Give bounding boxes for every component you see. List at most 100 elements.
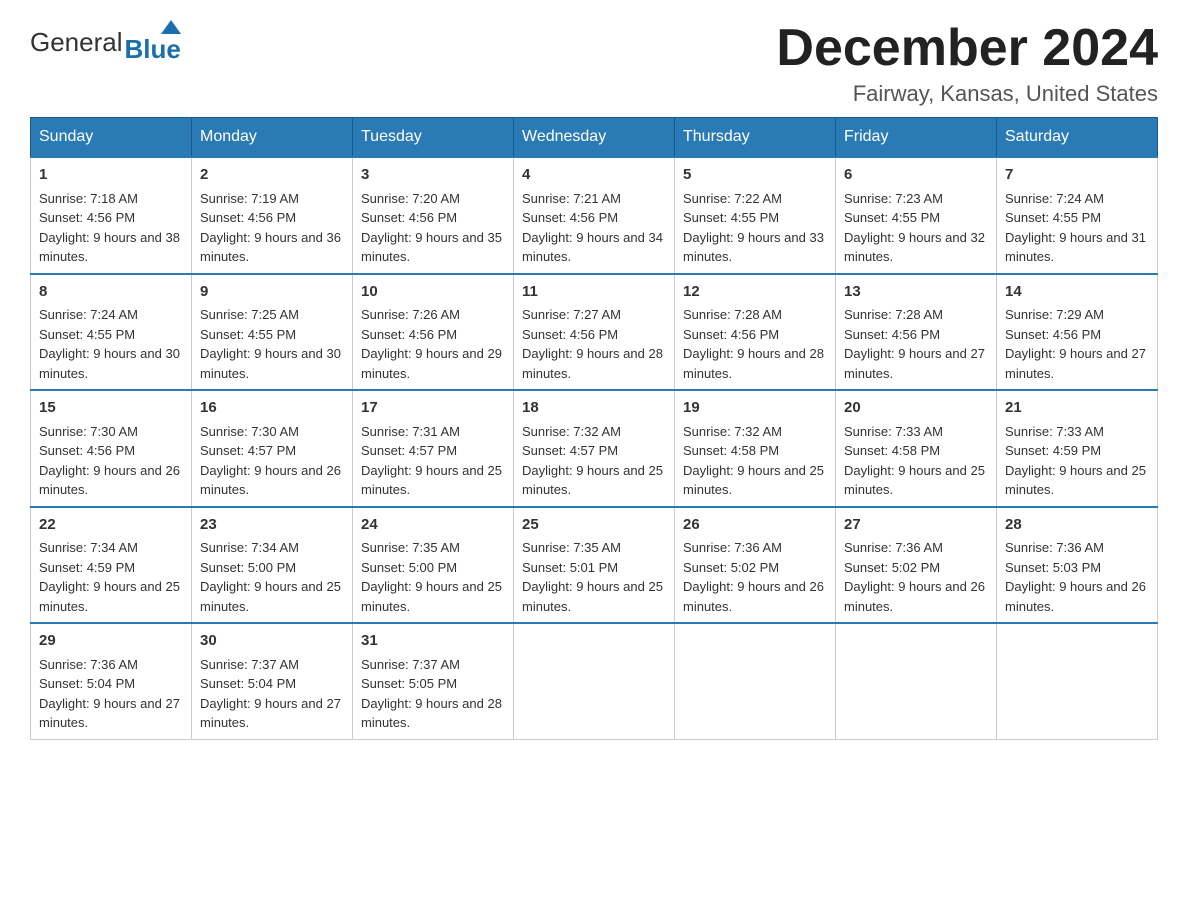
day-number: 12 bbox=[683, 281, 827, 304]
table-row: 9 Sunrise: 7:25 AM Sunset: 4:55 PM Dayli… bbox=[192, 274, 353, 391]
calendar-table: Sunday Monday Tuesday Wednesday Thursday… bbox=[30, 117, 1158, 740]
day-sunrise: Sunrise: 7:31 AM bbox=[361, 424, 460, 439]
day-sunrise: Sunrise: 7:32 AM bbox=[683, 424, 782, 439]
day-sunrise: Sunrise: 7:23 AM bbox=[844, 191, 943, 206]
day-number: 9 bbox=[200, 281, 344, 304]
day-sunset: Sunset: 4:55 PM bbox=[683, 210, 779, 225]
day-sunrise: Sunrise: 7:30 AM bbox=[39, 424, 138, 439]
day-daylight: Daylight: 9 hours and 27 minutes. bbox=[1005, 346, 1146, 381]
day-sunrise: Sunrise: 7:36 AM bbox=[844, 540, 943, 555]
table-row: 3 Sunrise: 7:20 AM Sunset: 4:56 PM Dayli… bbox=[353, 157, 514, 274]
day-number: 13 bbox=[844, 281, 988, 304]
col-header-sunday: Sunday bbox=[31, 118, 192, 158]
col-header-tuesday: Tuesday bbox=[353, 118, 514, 158]
week-row-4: 22 Sunrise: 7:34 AM Sunset: 4:59 PM Dayl… bbox=[31, 507, 1158, 624]
day-sunrise: Sunrise: 7:36 AM bbox=[39, 657, 138, 672]
day-sunset: Sunset: 4:56 PM bbox=[844, 327, 940, 342]
day-sunrise: Sunrise: 7:24 AM bbox=[39, 307, 138, 322]
day-daylight: Daylight: 9 hours and 30 minutes. bbox=[200, 346, 341, 381]
table-row: 30 Sunrise: 7:37 AM Sunset: 5:04 PM Dayl… bbox=[192, 623, 353, 739]
day-sunset: Sunset: 4:56 PM bbox=[522, 210, 618, 225]
day-number: 7 bbox=[1005, 164, 1149, 187]
table-row: 19 Sunrise: 7:32 AM Sunset: 4:58 PM Dayl… bbox=[675, 390, 836, 507]
day-number: 23 bbox=[200, 514, 344, 537]
table-row: 6 Sunrise: 7:23 AM Sunset: 4:55 PM Dayli… bbox=[836, 157, 997, 274]
table-row: 11 Sunrise: 7:27 AM Sunset: 4:56 PM Dayl… bbox=[514, 274, 675, 391]
day-sunset: Sunset: 5:02 PM bbox=[844, 560, 940, 575]
day-sunset: Sunset: 4:57 PM bbox=[522, 443, 618, 458]
day-sunset: Sunset: 5:03 PM bbox=[1005, 560, 1101, 575]
day-sunset: Sunset: 4:58 PM bbox=[683, 443, 779, 458]
day-daylight: Daylight: 9 hours and 32 minutes. bbox=[844, 230, 985, 265]
day-number: 27 bbox=[844, 514, 988, 537]
day-sunrise: Sunrise: 7:27 AM bbox=[522, 307, 621, 322]
col-header-friday: Friday bbox=[836, 118, 997, 158]
day-sunset: Sunset: 4:56 PM bbox=[361, 327, 457, 342]
day-sunrise: Sunrise: 7:19 AM bbox=[200, 191, 299, 206]
day-sunset: Sunset: 4:55 PM bbox=[200, 327, 296, 342]
day-number: 29 bbox=[39, 630, 183, 653]
day-sunset: Sunset: 4:55 PM bbox=[1005, 210, 1101, 225]
day-sunrise: Sunrise: 7:22 AM bbox=[683, 191, 782, 206]
week-row-3: 15 Sunrise: 7:30 AM Sunset: 4:56 PM Dayl… bbox=[31, 390, 1158, 507]
day-daylight: Daylight: 9 hours and 30 minutes. bbox=[39, 346, 180, 381]
day-number: 16 bbox=[200, 397, 344, 420]
col-header-wednesday: Wednesday bbox=[514, 118, 675, 158]
day-daylight: Daylight: 9 hours and 28 minutes. bbox=[522, 346, 663, 381]
day-sunrise: Sunrise: 7:18 AM bbox=[39, 191, 138, 206]
day-number: 19 bbox=[683, 397, 827, 420]
day-number: 31 bbox=[361, 630, 505, 653]
title-area: December 2024 Fairway, Kansas, United St… bbox=[776, 20, 1158, 107]
table-row: 13 Sunrise: 7:28 AM Sunset: 4:56 PM Dayl… bbox=[836, 274, 997, 391]
day-sunrise: Sunrise: 7:34 AM bbox=[200, 540, 299, 555]
day-sunset: Sunset: 4:57 PM bbox=[200, 443, 296, 458]
table-row: 15 Sunrise: 7:30 AM Sunset: 4:56 PM Dayl… bbox=[31, 390, 192, 507]
day-number: 3 bbox=[361, 164, 505, 187]
table-row: 1 Sunrise: 7:18 AM Sunset: 4:56 PM Dayli… bbox=[31, 157, 192, 274]
day-daylight: Daylight: 9 hours and 27 minutes. bbox=[39, 696, 180, 731]
day-sunset: Sunset: 4:57 PM bbox=[361, 443, 457, 458]
table-row: 7 Sunrise: 7:24 AM Sunset: 4:55 PM Dayli… bbox=[997, 157, 1158, 274]
day-daylight: Daylight: 9 hours and 25 minutes. bbox=[522, 463, 663, 498]
day-number: 21 bbox=[1005, 397, 1149, 420]
day-sunrise: Sunrise: 7:20 AM bbox=[361, 191, 460, 206]
table-row: 12 Sunrise: 7:28 AM Sunset: 4:56 PM Dayl… bbox=[675, 274, 836, 391]
day-sunset: Sunset: 4:55 PM bbox=[39, 327, 135, 342]
day-number: 4 bbox=[522, 164, 666, 187]
day-daylight: Daylight: 9 hours and 29 minutes. bbox=[361, 346, 502, 381]
logo-blue-block: Blue bbox=[125, 20, 181, 65]
day-sunset: Sunset: 4:56 PM bbox=[200, 210, 296, 225]
week-row-5: 29 Sunrise: 7:36 AM Sunset: 5:04 PM Dayl… bbox=[31, 623, 1158, 739]
col-header-saturday: Saturday bbox=[997, 118, 1158, 158]
table-row bbox=[997, 623, 1158, 739]
day-daylight: Daylight: 9 hours and 26 minutes. bbox=[683, 579, 824, 614]
day-number: 20 bbox=[844, 397, 988, 420]
month-title: December 2024 bbox=[776, 20, 1158, 77]
day-sunset: Sunset: 4:59 PM bbox=[1005, 443, 1101, 458]
col-header-thursday: Thursday bbox=[675, 118, 836, 158]
table-row: 22 Sunrise: 7:34 AM Sunset: 4:59 PM Dayl… bbox=[31, 507, 192, 624]
table-row: 25 Sunrise: 7:35 AM Sunset: 5:01 PM Dayl… bbox=[514, 507, 675, 624]
table-row: 4 Sunrise: 7:21 AM Sunset: 4:56 PM Dayli… bbox=[514, 157, 675, 274]
day-sunset: Sunset: 5:02 PM bbox=[683, 560, 779, 575]
day-sunset: Sunset: 4:56 PM bbox=[522, 327, 618, 342]
logo-triangle-icon bbox=[161, 20, 181, 34]
day-sunset: Sunset: 4:56 PM bbox=[39, 443, 135, 458]
day-daylight: Daylight: 9 hours and 25 minutes. bbox=[361, 579, 502, 614]
day-daylight: Daylight: 9 hours and 25 minutes. bbox=[844, 463, 985, 498]
day-daylight: Daylight: 9 hours and 26 minutes. bbox=[39, 463, 180, 498]
day-daylight: Daylight: 9 hours and 25 minutes. bbox=[683, 463, 824, 498]
week-row-2: 8 Sunrise: 7:24 AM Sunset: 4:55 PM Dayli… bbox=[31, 274, 1158, 391]
day-daylight: Daylight: 9 hours and 34 minutes. bbox=[522, 230, 663, 265]
day-number: 5 bbox=[683, 164, 827, 187]
logo-area: General Blue bbox=[30, 20, 181, 65]
day-number: 14 bbox=[1005, 281, 1149, 304]
table-row: 27 Sunrise: 7:36 AM Sunset: 5:02 PM Dayl… bbox=[836, 507, 997, 624]
day-sunrise: Sunrise: 7:21 AM bbox=[522, 191, 621, 206]
day-number: 17 bbox=[361, 397, 505, 420]
day-sunrise: Sunrise: 7:33 AM bbox=[1005, 424, 1104, 439]
day-sunrise: Sunrise: 7:24 AM bbox=[1005, 191, 1104, 206]
day-number: 6 bbox=[844, 164, 988, 187]
col-header-monday: Monday bbox=[192, 118, 353, 158]
day-daylight: Daylight: 9 hours and 25 minutes. bbox=[522, 579, 663, 614]
